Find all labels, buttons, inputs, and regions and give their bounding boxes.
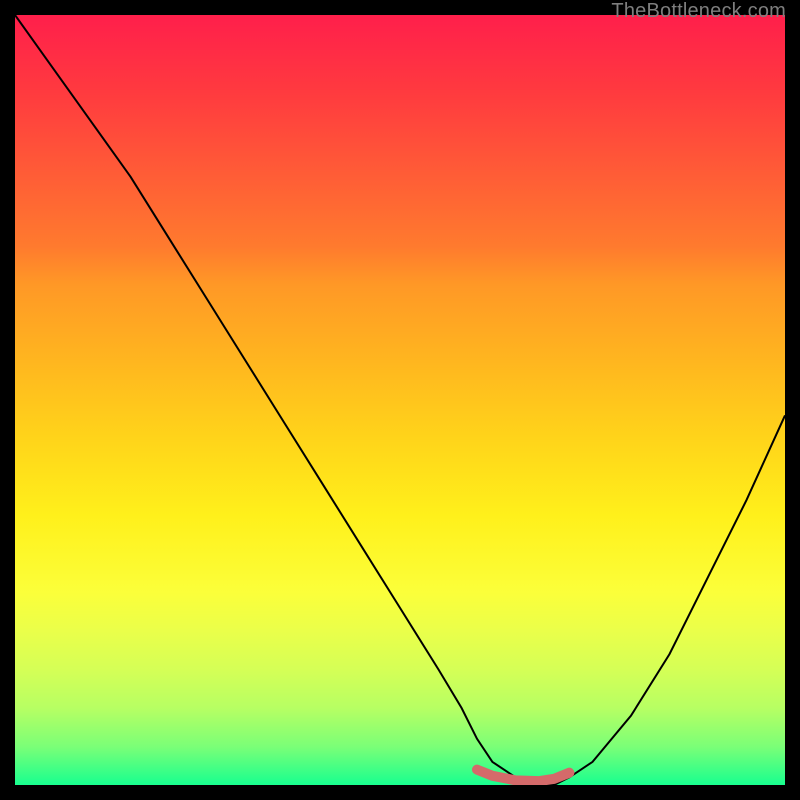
plot-svg: [15, 15, 785, 785]
plot-area: [15, 15, 785, 785]
optimal-range-marker: [477, 770, 569, 782]
bottleneck-curve: [15, 15, 785, 785]
chart-frame: TheBottleneck.com: [0, 0, 800, 800]
watermark-text: TheBottleneck.com: [611, 0, 786, 23]
